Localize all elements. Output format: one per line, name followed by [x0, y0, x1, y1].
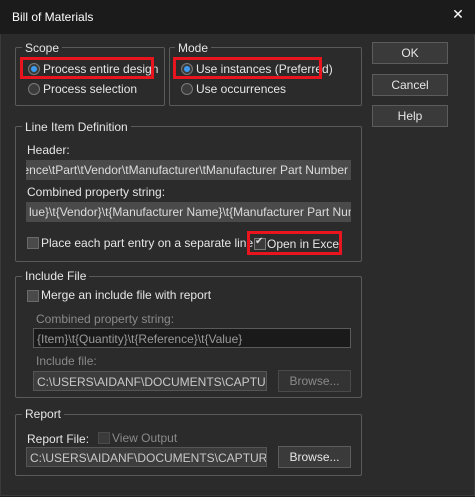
merge-include-checkbox[interactable] — [27, 290, 39, 302]
separate-line-checkbox[interactable] — [27, 237, 39, 249]
highlight-process-entire-design — [20, 57, 154, 79]
report-legend: Report — [22, 407, 65, 421]
combined-property-field[interactable]: lue}\t{Vendor}\t{Manufacturer Name}\t{Ma… — [26, 202, 351, 222]
include-combined-field[interactable]: {Item}\t{Quantity}\t{Reference}\t{Value} — [33, 328, 351, 348]
help-button[interactable]: Help — [372, 105, 448, 127]
use-occurrences-label[interactable]: Use occurrences — [196, 82, 286, 96]
highlight-use-instances — [173, 57, 322, 79]
combined-property-label: Combined property string: — [27, 185, 166, 199]
report-browse-button[interactable]: Browse... — [278, 446, 351, 468]
include-browse-button[interactable]: Browse... — [278, 370, 351, 392]
header-field[interactable]: Reference\tPart\tVendor\tManufacturer\tM… — [26, 160, 351, 180]
separate-line-label[interactable]: Place each part entry on a separate line — [41, 236, 253, 250]
scope-legend: Scope — [22, 41, 63, 55]
include-combined-value: {Item}\t{Quantity}\t{Reference}\t{Value} — [37, 332, 243, 346]
report-file-value: C:\USERS\AIDANF\DOCUMENTS\CAPTURE \ — [30, 451, 267, 465]
merge-include-label[interactable]: Merge an include file with report — [41, 288, 211, 302]
cancel-button[interactable]: Cancel — [372, 74, 448, 96]
header-label: Header: — [27, 143, 70, 157]
combined-property-value: lue}\t{Vendor}\t{Manufacturer Name}\t{Ma… — [29, 205, 351, 219]
include-file-field[interactable]: C:\USERS\AIDANF\DOCUMENTS\CAPTURE — [33, 371, 267, 391]
report-file-label: Report File: — [27, 432, 90, 446]
include-file-value: C:\USERS\AIDANF\DOCUMENTS\CAPTURE — [37, 375, 267, 389]
include-file-legend: Include File — [22, 269, 90, 283]
process-selection-label[interactable]: Process selection — [43, 82, 137, 96]
radio-use-occurrences[interactable] — [181, 83, 193, 95]
report-file-field[interactable]: C:\USERS\AIDANF\DOCUMENTS\CAPTURE \ — [26, 447, 267, 467]
include-combined-label: Combined property string: — [36, 312, 175, 326]
mode-legend: Mode — [175, 41, 212, 55]
radio-process-selection[interactable] — [28, 83, 40, 95]
view-output-label[interactable]: View Output — [112, 431, 177, 445]
ok-button[interactable]: OK — [372, 42, 448, 64]
title-bar: Bill of Materials ✕ — [0, 0, 475, 34]
line-item-legend: Line Item Definition — [22, 120, 131, 134]
header-field-value: Reference\tPart\tVendor\tManufacturer\tM… — [26, 163, 348, 177]
include-file-label: Include file: — [36, 354, 97, 368]
close-icon[interactable]: ✕ — [446, 4, 470, 24]
window-title: Bill of Materials — [12, 10, 94, 24]
view-output-checkbox[interactable] — [98, 432, 110, 444]
highlight-open-in-excel — [247, 231, 342, 255]
